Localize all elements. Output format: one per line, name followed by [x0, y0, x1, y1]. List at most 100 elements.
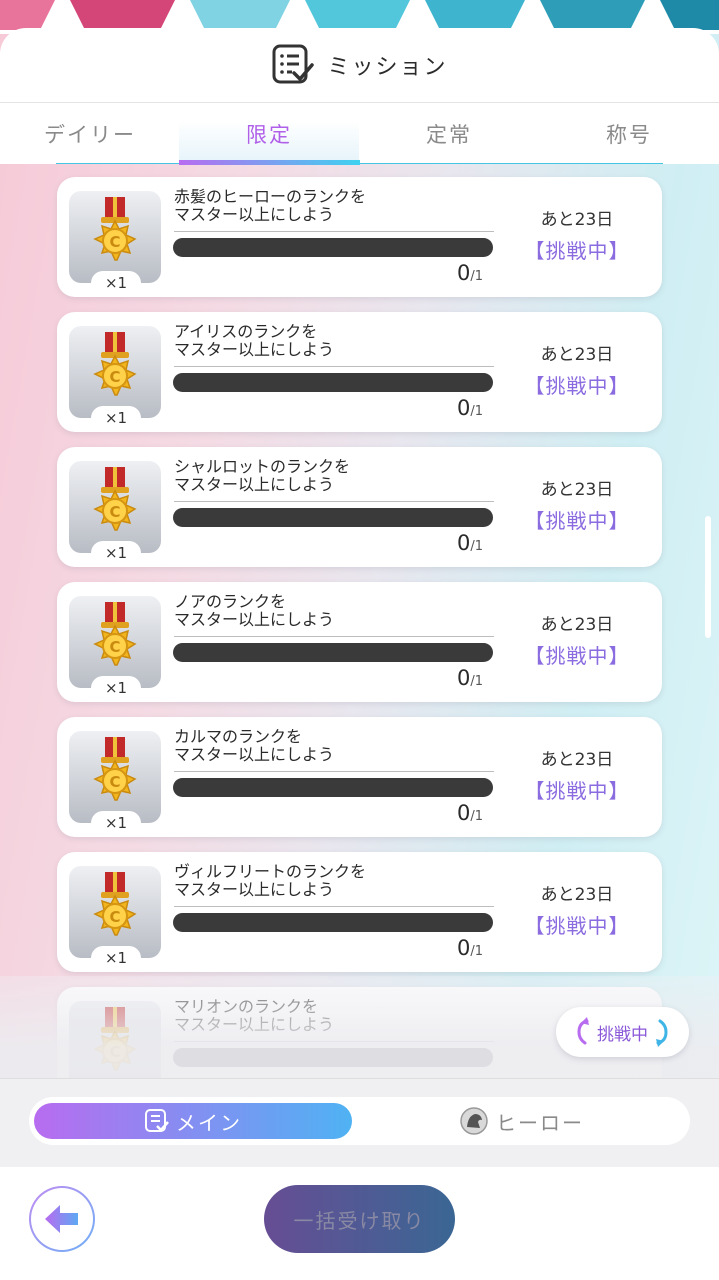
- reward-count: ×1: [91, 676, 141, 700]
- tab-regular[interactable]: 定常: [359, 103, 539, 165]
- reward-item[interactable]: C ×1: [69, 731, 161, 835]
- switch-main-button[interactable]: メイン: [34, 1103, 352, 1139]
- reward-item[interactable]: C ×1: [69, 191, 161, 295]
- medal-icon: C: [93, 332, 137, 396]
- medal-icon: C: [93, 1007, 137, 1071]
- reward-item[interactable]: C ×1: [69, 326, 161, 430]
- mission-description: マリオンのランクを マスター以上にしよう: [174, 997, 335, 1034]
- scrollbar[interactable]: [705, 516, 711, 638]
- footer-bar: 一括受け取り: [0, 1167, 719, 1280]
- reward-count: ×1: [91, 811, 141, 835]
- claim-all-button[interactable]: 一括受け取り: [264, 1185, 455, 1253]
- mission-description: ヴィルフリートのランクを マスター以上にしよう: [174, 862, 367, 899]
- mission-state: 【挑戦中】: [524, 644, 630, 668]
- page-header: ミッション: [0, 28, 719, 102]
- remaining-time: あと23日: [540, 210, 614, 230]
- svg-text:C: C: [109, 503, 120, 521]
- progress-count: [457, 1071, 497, 1078]
- progress-count: 0/1: [457, 261, 497, 285]
- progress-current: 0: [457, 261, 471, 285]
- reward-item[interactable]: C: [69, 1001, 161, 1078]
- progress-current: 0: [457, 936, 471, 960]
- mission-description: カルマのランクを マスター以上にしよう: [174, 727, 335, 764]
- mission-card[interactable]: C ×1 アイリスのランクを マスター以上にしよう 0/1 あと23日 【挑戦中…: [57, 312, 662, 432]
- reward-count: ×1: [91, 541, 141, 565]
- tab-daily[interactable]: デイリー: [0, 103, 180, 165]
- mission-card[interactable]: C ×1 シャルロットのランクを マスター以上にしよう 0/1 あと23日 【挑…: [57, 447, 662, 567]
- medal-icon: C: [93, 467, 137, 531]
- hero-icon: [460, 1107, 488, 1135]
- progress-bar: [173, 508, 493, 527]
- mission-list[interactable]: C ×1 赤髪のヒーローのランクを マスター以上にしよう 0/1 あと23日 【…: [0, 164, 719, 1078]
- reward-count: ×1: [91, 946, 141, 970]
- refresh-right-icon: [656, 1019, 668, 1047]
- progress-total: /1: [470, 539, 484, 554]
- filter-toggle-button[interactable]: 挑戦中: [556, 1007, 689, 1057]
- progress-count: 0/1: [457, 531, 497, 555]
- text-underline: [174, 636, 494, 637]
- refresh-left-icon: [577, 1017, 589, 1045]
- remaining-time: あと23日: [540, 750, 614, 770]
- progress-count: 0/1: [457, 396, 497, 420]
- category-switch: メイン ヒーロー: [29, 1097, 690, 1145]
- progress-current: 0: [457, 666, 471, 690]
- checklist-icon: [272, 44, 315, 84]
- reward-item[interactable]: C ×1: [69, 461, 161, 565]
- mission-description: アイリスのランクを マスター以上にしよう: [174, 322, 335, 359]
- text-underline: [174, 501, 494, 502]
- reward-count: ×1: [91, 406, 141, 430]
- text-underline: [174, 906, 494, 907]
- svg-text:C: C: [109, 233, 120, 251]
- mission-state: 【挑戦中】: [524, 374, 630, 398]
- mission-card[interactable]: C ×1 ヴィルフリートのランクを マスター以上にしよう 0/1 あと23日 【…: [57, 852, 662, 972]
- bottom-panel: メイン ヒーロー 一括受け取り: [0, 1078, 719, 1280]
- tab-limited[interactable]: 限定: [179, 103, 359, 165]
- medal-icon: C: [93, 197, 137, 261]
- back-button[interactable]: [29, 1186, 95, 1252]
- progress-current: 0: [457, 801, 471, 825]
- progress-count: 0/1: [457, 801, 497, 825]
- switch-hero-label: ヒーロー: [496, 1110, 584, 1135]
- svg-text:C: C: [109, 1043, 120, 1061]
- mission-state: 【挑戦中】: [524, 914, 630, 938]
- text-underline: [174, 231, 494, 232]
- text-underline: [174, 366, 494, 367]
- mission-card[interactable]: C ×1 ノアのランクを マスター以上にしよう 0/1 あと23日 【挑戦中】: [57, 582, 662, 702]
- reward-item[interactable]: C ×1: [69, 866, 161, 970]
- mission-description: 赤髪のヒーローのランクを マスター以上にしよう: [174, 187, 367, 224]
- medal-icon: C: [93, 602, 137, 666]
- progress-total: /1: [470, 674, 484, 689]
- remaining-time: あと23日: [540, 885, 614, 905]
- progress-bar: [173, 778, 493, 797]
- mission-card[interactable]: C ×1 カルマのランクを マスター以上にしよう 0/1 あと23日 【挑戦中】: [57, 717, 662, 837]
- medal-icon: C: [93, 872, 137, 936]
- checklist-icon: [145, 1109, 169, 1132]
- mission-state: 【挑戦中】: [524, 509, 630, 533]
- tab-title[interactable]: 称号: [539, 103, 719, 165]
- progress-current: 0: [457, 531, 471, 555]
- svg-text:C: C: [109, 638, 120, 656]
- switch-hero-button[interactable]: ヒーロー: [359, 1103, 685, 1139]
- mission-state: 【挑戦中】: [524, 239, 630, 263]
- svg-text:C: C: [109, 908, 120, 926]
- reward-item[interactable]: C ×1: [69, 596, 161, 700]
- progress-total: /1: [470, 944, 484, 959]
- medal-icon: C: [93, 737, 137, 801]
- progress-bar: [173, 643, 493, 662]
- progress-total: /1: [470, 269, 484, 284]
- mission-card[interactable]: C ×1 赤髪のヒーローのランクを マスター以上にしよう 0/1 あと23日 【…: [57, 177, 662, 297]
- text-underline: [174, 1041, 494, 1042]
- page-title: ミッション: [327, 55, 448, 80]
- reward-count: ×1: [91, 271, 141, 295]
- progress-count: 0/1: [457, 666, 497, 690]
- svg-text:C: C: [109, 368, 120, 386]
- mission-description: ノアのランクを マスター以上にしよう: [174, 592, 335, 629]
- mission-state: 【挑戦中】: [524, 779, 630, 803]
- remaining-time: あと23日: [540, 345, 614, 365]
- switch-main-label: メイン: [176, 1110, 242, 1135]
- svg-text:C: C: [109, 773, 120, 791]
- remaining-time: あと23日: [540, 615, 614, 635]
- progress-bar: [173, 1048, 493, 1067]
- progress-bar: [173, 373, 493, 392]
- arrow-left-icon: [45, 1205, 78, 1233]
